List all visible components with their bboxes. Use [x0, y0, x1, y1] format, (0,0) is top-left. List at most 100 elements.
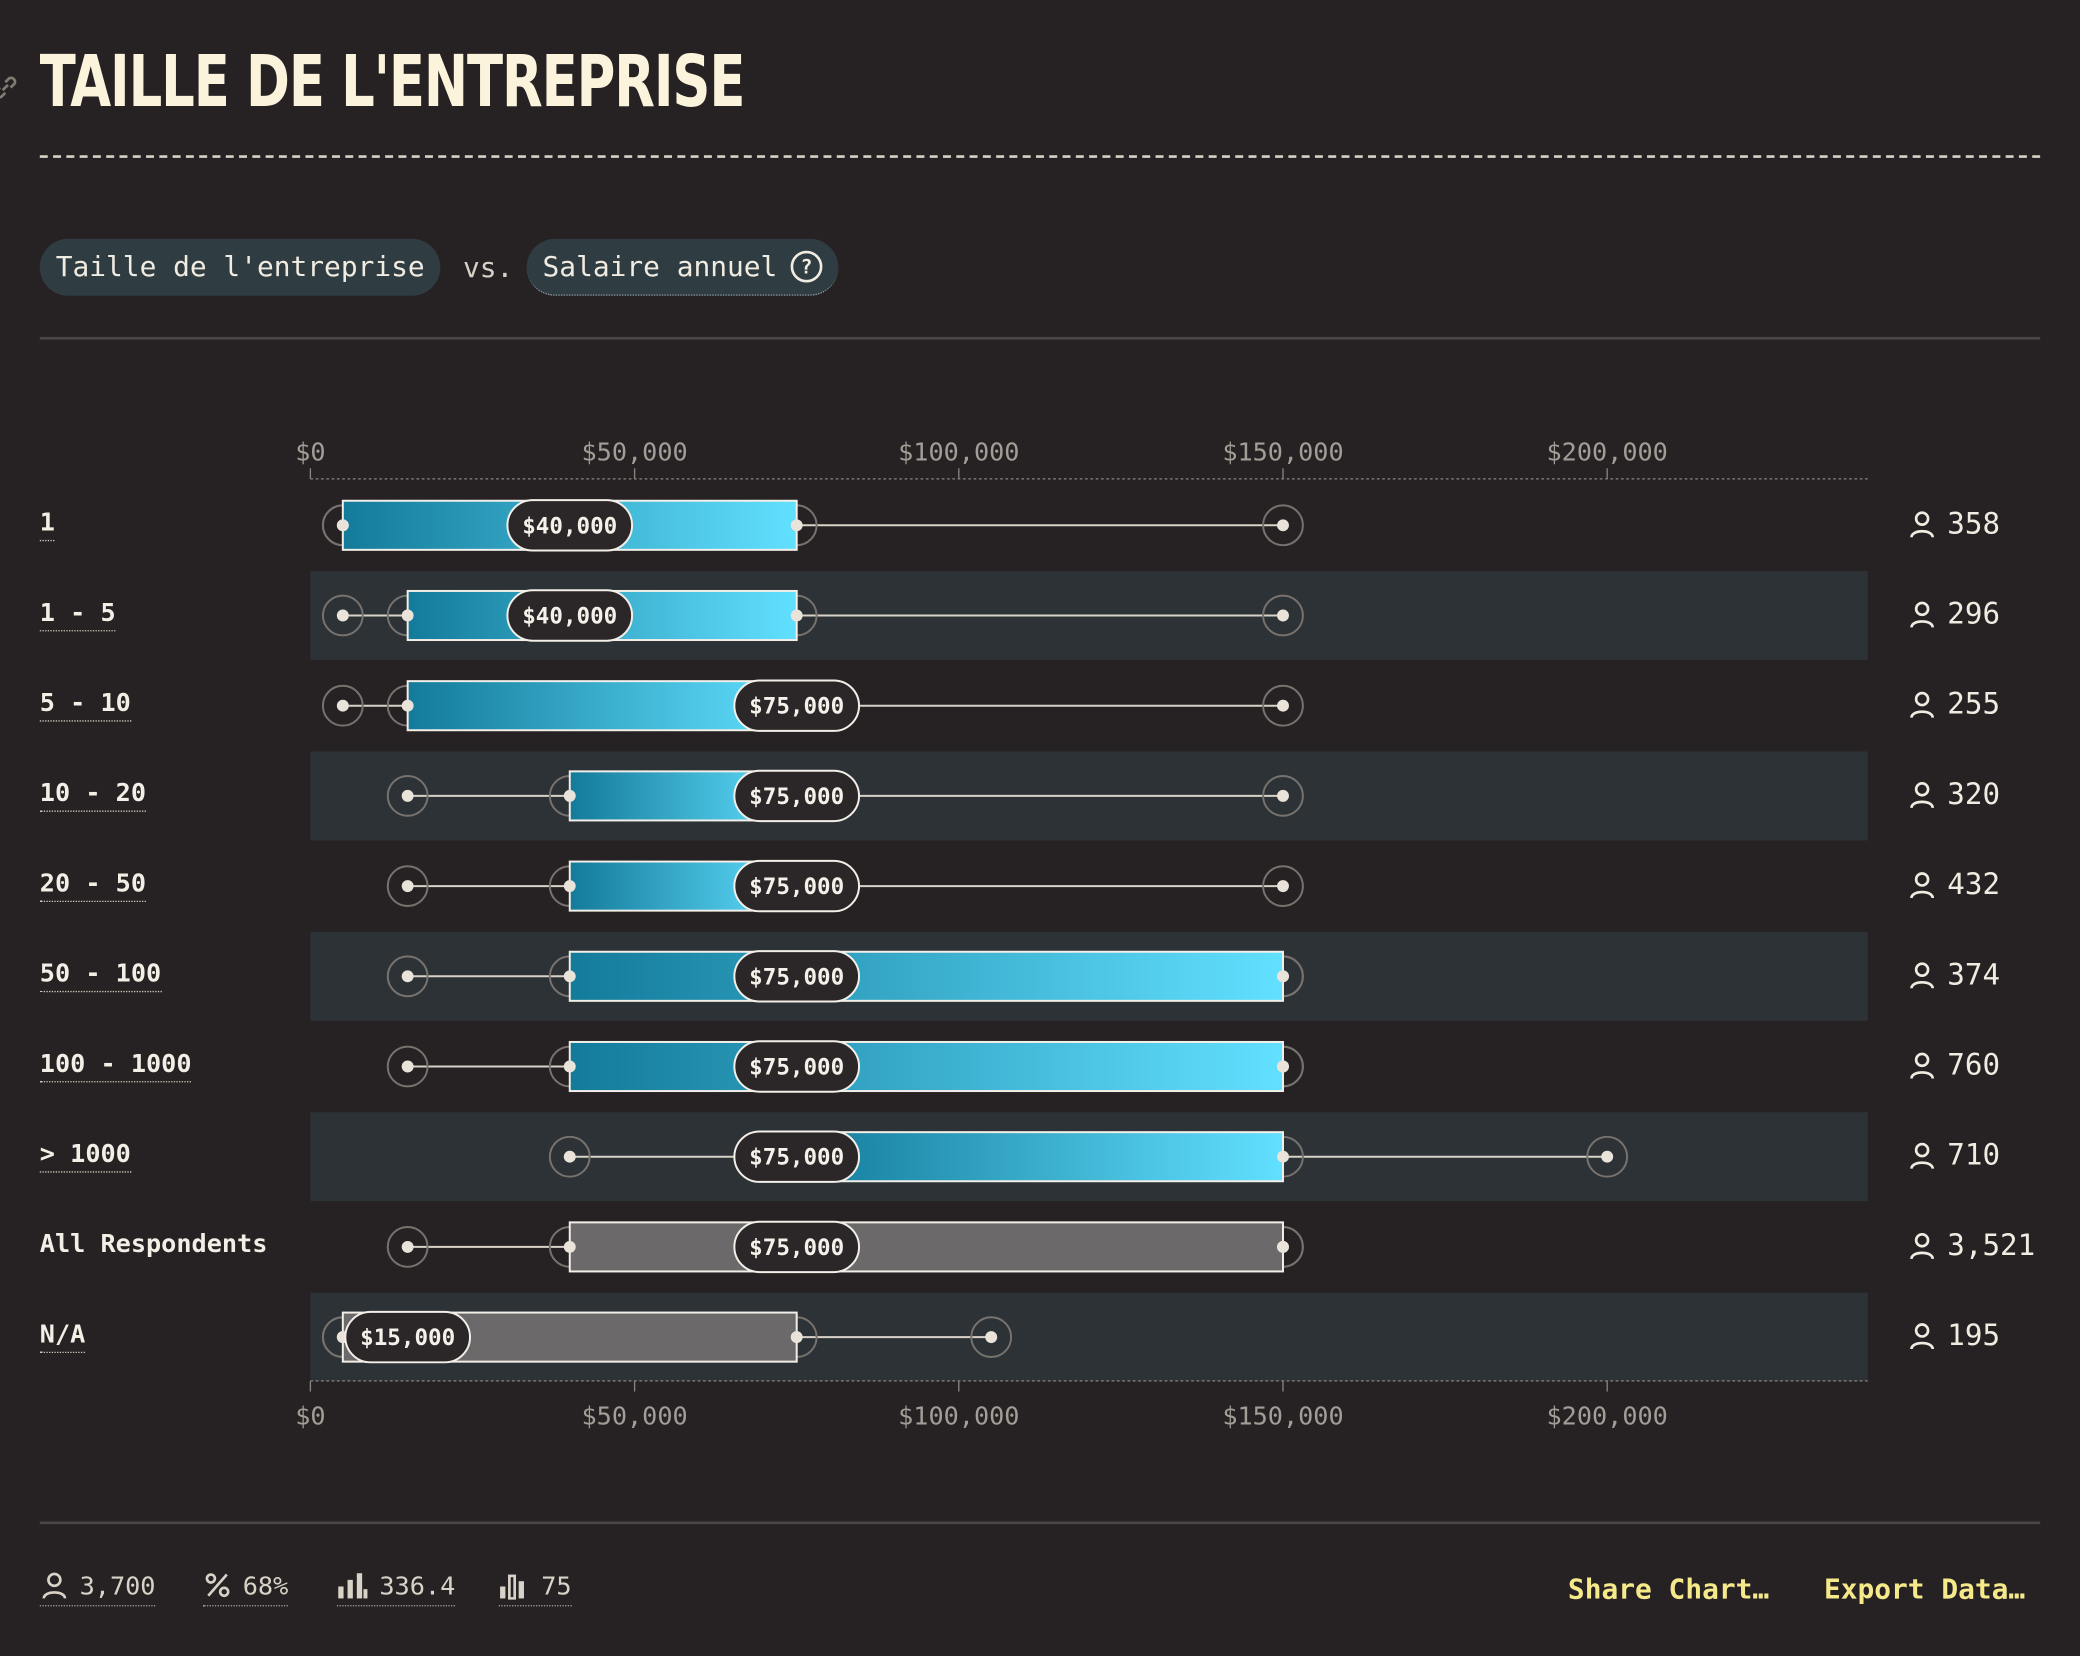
q1-dot — [563, 880, 576, 893]
row-label[interactable]: 5 - 10 — [39, 688, 131, 722]
iqr-box — [568, 1040, 1284, 1093]
person-icon — [1910, 1323, 1935, 1350]
person-icon — [1910, 1142, 1935, 1170]
min-dot — [401, 1060, 414, 1073]
percent-stat[interactable]: 68% — [202, 1571, 289, 1607]
person-icon — [1910, 1232, 1935, 1260]
q3-dot — [790, 609, 803, 622]
iqr-box — [568, 1221, 1284, 1273]
export-data-button[interactable]: Export Data… — [1824, 1573, 2025, 1605]
row-label[interactable]: 100 - 1000 — [39, 1049, 192, 1083]
row-count-value: 358 — [1947, 508, 2001, 542]
median-label: $75,000 — [749, 1054, 844, 1080]
top-axis-tick-label: $0 — [295, 437, 325, 466]
q3-dot — [790, 519, 803, 532]
min-dot — [401, 880, 414, 893]
max-dot — [1277, 970, 1289, 983]
row-count: 3,521 — [1908, 1229, 2036, 1263]
row-count-value: 710 — [1947, 1139, 2001, 1173]
row-count: 255 — [1908, 688, 2000, 722]
median-bar-icon — [500, 1574, 524, 1600]
person-icon — [1910, 691, 1935, 719]
min-dot — [401, 789, 414, 802]
median-label: $75,000 — [749, 1145, 844, 1171]
min-dot — [336, 609, 349, 622]
bottom-axis-tick-label: $100,000 — [898, 1402, 1019, 1431]
top-axis-tick-label: $50,000 — [582, 437, 688, 466]
top-axis-tick-label: $100,000 — [898, 437, 1019, 466]
row-count-value: 432 — [1947, 868, 2001, 903]
bottom-axis-tick-label: $150,000 — [1222, 1402, 1343, 1431]
row-count: 358 — [1908, 508, 2001, 542]
q1-dot — [563, 1060, 576, 1073]
row-count: 374 — [1908, 959, 2001, 993]
person-icon — [1910, 962, 1935, 989]
median-stat[interactable]: 75 — [498, 1571, 572, 1607]
median-label: $75,000 — [749, 964, 844, 990]
row-count: 296 — [1908, 598, 2001, 632]
bottom-axis-tick-label: $50,000 — [582, 1402, 688, 1431]
median-label: $75,000 — [749, 694, 844, 720]
median-label: $15,000 — [360, 1325, 455, 1351]
bottom-axis-tick-label: $0 — [295, 1402, 325, 1431]
row-label[interactable]: > 1000 — [39, 1139, 131, 1173]
row-count-value: 374 — [1947, 959, 2001, 993]
q1-dot — [563, 1240, 576, 1253]
row-label[interactable]: All Respondents — [40, 1230, 268, 1262]
median-label: $40,000 — [522, 513, 617, 539]
median-label: $75,000 — [749, 784, 844, 810]
row-count: 432 — [1908, 868, 2001, 903]
top-axis-tick-label: $150,000 — [1222, 437, 1343, 466]
max-dot — [1277, 1240, 1289, 1253]
max-dot — [1277, 519, 1289, 532]
row-count-value: 3,521 — [1947, 1229, 2036, 1263]
row-count: 760 — [1908, 1049, 2001, 1083]
row-label[interactable]: 20 - 50 — [39, 869, 147, 903]
row-count: 320 — [1908, 779, 2000, 812]
row-count: 195 — [1908, 1319, 2001, 1354]
box-row[interactable]: $75,000 — [386, 1220, 1304, 1274]
average-value: 336.4 — [379, 1571, 456, 1602]
percent-icon — [205, 1573, 230, 1598]
q1-dot — [401, 609, 414, 622]
row-label[interactable]: 1 - 5 — [39, 598, 116, 632]
q1-dot — [563, 789, 576, 802]
row-label[interactable]: 10 - 20 — [39, 779, 147, 812]
q3-dot — [1277, 1150, 1289, 1163]
share-chart-button[interactable]: Share Chart… — [1568, 1573, 1769, 1605]
max-dot — [985, 1331, 998, 1344]
row-count-value: 195 — [1947, 1319, 2001, 1354]
top-axis-tick-label: $200,000 — [1547, 437, 1668, 466]
box-row[interactable]: $75,000 — [321, 679, 1304, 732]
q1-dot — [401, 699, 414, 712]
percent-value: 68% — [242, 1571, 289, 1602]
box-row[interactable]: $40,000 — [321, 499, 1304, 552]
q1-dot — [336, 519, 349, 532]
row-label[interactable]: 50 - 100 — [39, 959, 162, 993]
footer-divider — [39, 1521, 2041, 1525]
person-icon — [1910, 601, 1935, 628]
box-row[interactable]: $75,000 — [386, 1040, 1304, 1093]
row-label[interactable]: N/A — [39, 1320, 86, 1354]
box-row[interactable]: $75,000 — [386, 859, 1304, 913]
q3-dot — [790, 1331, 803, 1344]
min-dot — [336, 699, 349, 712]
respondents-stat[interactable]: 3,700 — [39, 1571, 156, 1607]
row-count-value: 760 — [1947, 1049, 2001, 1083]
person-icon — [1910, 511, 1935, 538]
person-icon — [42, 1572, 67, 1599]
person-icon — [1910, 781, 1935, 809]
row-count-value: 296 — [1947, 598, 2001, 632]
bottom-axis-tick-label: $200,000 — [1547, 1402, 1668, 1431]
average-stat[interactable]: 336.4 — [336, 1571, 456, 1607]
row-count: 710 — [1908, 1139, 2001, 1173]
bar-chart-icon — [338, 1573, 368, 1599]
median-label: $40,000 — [522, 603, 617, 629]
row-label[interactable]: 1 — [39, 508, 55, 542]
max-dot — [1277, 789, 1289, 802]
max-dot — [1277, 609, 1289, 622]
median-label: $75,000 — [749, 1235, 844, 1261]
max-dot — [1277, 1060, 1289, 1073]
respondents-value: 3,700 — [79, 1571, 156, 1602]
max-dot — [1601, 1150, 1614, 1163]
